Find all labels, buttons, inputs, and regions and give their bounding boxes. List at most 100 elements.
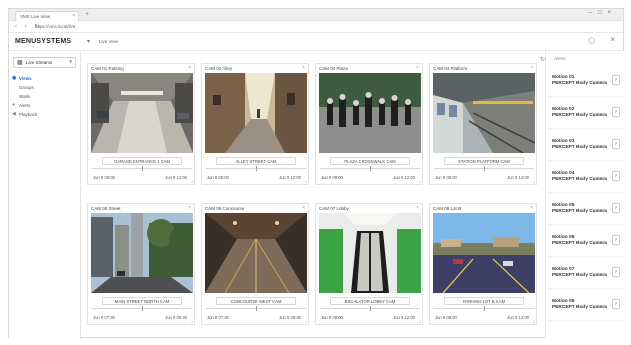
alert-item[interactable]: Motion 06 PERCEPT Body Camera › — [548, 225, 623, 257]
camera-name-field[interactable]: CONCOURSE WEST CAM — [216, 297, 296, 305]
camera-tile[interactable]: CAM 01 Parking × GARAGE ENTRANCE 1 CAM J… — [87, 63, 195, 185]
resize-handle-icon[interactable]: ⌟ — [533, 178, 535, 184]
alert-item[interactable]: Motion 03 PERCEPT Body Camera › — [548, 129, 623, 161]
camera-tile-title: CAM 08 Lot B — [433, 206, 462, 211]
alert-title: Motion 06 — [552, 235, 575, 240]
chevron-down-icon: ▾ — [69, 59, 72, 65]
app-header: MENUSYSTEMS ▾ Live View ◯ × — [9, 33, 623, 51]
camera-tile[interactable]: CAM 05 Street × MAIN STREET NORTH CAM Ju… — [87, 203, 195, 325]
timeline-scrubber[interactable] — [320, 306, 420, 311]
alert-item[interactable]: Motion 01 PERCEPT Body Camera › — [548, 65, 623, 97]
close-icon[interactable]: × — [416, 65, 419, 71]
close-icon[interactable]: × — [530, 65, 533, 71]
window-controls[interactable]: –□× — [589, 10, 617, 16]
camera-feed-city[interactable] — [91, 213, 193, 293]
user-icon[interactable]: ◯ — [588, 37, 595, 44]
camera-feed-lot[interactable] — [433, 213, 535, 293]
sidebar-item-groups[interactable]: Groups — [9, 83, 80, 92]
close-icon[interactable]: × — [610, 35, 615, 44]
timeline-scrubber[interactable] — [434, 166, 534, 171]
close-icon[interactable]: × — [188, 65, 191, 71]
camera-feed-crowd[interactable] — [319, 73, 421, 153]
bell-icon: ● — [12, 102, 16, 108]
tab-close-icon[interactable]: × — [72, 12, 75, 21]
camera-name-field[interactable]: ESCALATOR LOBBY CAM — [330, 297, 410, 305]
close-icon[interactable]: × — [416, 205, 419, 211]
browser-tab[interactable]: VMS Live View × — [15, 11, 79, 21]
camera-tile[interactable]: CAM 04 Platform × STATION PLATFORM CAM J… — [429, 63, 537, 185]
camera-name-field[interactable]: STATION PLATFORM CAM — [444, 157, 524, 165]
camera-tile[interactable]: CAM 08 Lot B × PARKING LOT B CAM Jun 9 0… — [429, 203, 537, 325]
resize-handle-icon[interactable]: ⌟ — [533, 318, 535, 324]
resize-handle-icon[interactable]: ⌟ — [305, 318, 307, 324]
url-field[interactable]: https://vms.local/live — [35, 23, 75, 31]
grid-icon: ▦ — [17, 60, 23, 66]
refresh-icon[interactable]: ↻ — [540, 56, 545, 63]
new-tab-button[interactable]: + — [85, 11, 89, 19]
chevron-right-icon[interactable]: › — [612, 203, 620, 213]
chevron-right-icon[interactable]: › — [612, 107, 620, 117]
alert-item[interactable]: Motion 02 PERCEPT Body Camera › — [548, 97, 623, 129]
timeline-end: Jun 9 12:00 — [507, 315, 529, 320]
alert-subtitle: PERCEPT Body Camera — [552, 81, 607, 86]
eye-icon: ◉ — [12, 75, 17, 81]
sidebar-item-label: Groups — [19, 85, 34, 90]
timeline-scrubber[interactable] — [92, 166, 192, 171]
camera-name-field[interactable]: MAIN STREET NORTH CAM — [102, 297, 182, 305]
camera-feed-station[interactable] — [433, 73, 535, 153]
chevron-right-icon[interactable]: › — [612, 139, 620, 149]
stream-selector[interactable]: ▦ Live Streams ▾ — [13, 57, 76, 68]
play-icon: ◀ — [12, 111, 16, 117]
resize-handle-icon[interactable]: ⌟ — [191, 318, 193, 324]
camera-tile[interactable]: CAM 02 Alley × ALLEY STREET CAM Jun 9 08… — [201, 63, 309, 185]
camera-name-field[interactable]: PARKING LOT B CAM — [444, 297, 524, 305]
sidebar-item-label: Walls — [19, 94, 30, 99]
timeline-scrubber[interactable] — [206, 306, 306, 311]
chevron-right-icon[interactable]: › — [612, 299, 620, 309]
camera-tile-title: CAM 02 Alley — [205, 66, 233, 71]
alert-item[interactable]: Motion 04 PERCEPT Body Camera › — [548, 161, 623, 193]
camera-name-field[interactable]: ALLEY STREET CAM — [216, 157, 296, 165]
sidebar-item-alerts[interactable]: ● Alerts — [9, 101, 80, 110]
sidebar-item-playback[interactable]: ◀ Playback — [9, 110, 80, 119]
camera-feed-alley[interactable] — [205, 73, 307, 153]
chevron-right-icon[interactable]: › — [612, 235, 620, 245]
chevron-down-icon[interactable]: ▾ — [87, 38, 90, 45]
camera-feed-escalator[interactable] — [319, 213, 421, 293]
resize-handle-icon[interactable]: ⌟ — [191, 178, 193, 184]
camera-tile-title: CAM 07 Lobby — [319, 206, 349, 211]
close-icon[interactable]: × — [188, 205, 191, 211]
timeline-scrubber[interactable] — [92, 306, 192, 311]
resize-handle-icon[interactable]: ⌟ — [305, 178, 307, 184]
camera-name-field[interactable]: GARAGE ENTRANCE 1 CAM — [102, 157, 182, 165]
alert-item[interactable]: Motion 08 PERCEPT Body Camera › — [548, 289, 623, 321]
camera-tile[interactable]: CAM 06 Concourse × CONCOURSE WEST CAM Ju… — [201, 203, 309, 325]
resize-handle-icon[interactable]: ⌟ — [419, 178, 421, 184]
tab-title: VMS Live View — [20, 14, 51, 19]
alert-title: Motion 07 — [552, 267, 575, 272]
chevron-right-icon[interactable]: › — [612, 267, 620, 277]
alert-subtitle: PERCEPT Body Camera — [552, 177, 607, 182]
camera-feed-hall[interactable] — [205, 213, 307, 293]
alert-title: Motion 05 — [552, 203, 575, 208]
camera-tile[interactable]: CAM 07 Lobby × ESCALATOR LOBBY CAM Jun 9… — [315, 203, 423, 325]
close-icon[interactable]: × — [302, 65, 305, 71]
camera-tile[interactable]: CAM 03 Plaza × PLAZA CROSSWALK CAM Jun 9… — [315, 63, 423, 185]
timeline-end: Jun 9 12:00 — [393, 315, 415, 320]
view-search-field[interactable]: Live View — [97, 37, 187, 47]
camera-name-field[interactable]: PLAZA CROSSWALK CAM — [330, 157, 410, 165]
camera-feed-garage[interactable] — [91, 73, 193, 153]
chevron-right-icon[interactable]: › — [612, 75, 620, 85]
timeline-scrubber[interactable] — [434, 306, 534, 311]
alert-item[interactable]: Motion 07 PERCEPT Body Camera › — [548, 257, 623, 289]
sidebar-item-walls[interactable]: Walls — [9, 92, 80, 101]
chevron-right-icon[interactable]: › — [612, 171, 620, 181]
alert-item[interactable]: Motion 05 PERCEPT Body Camera › — [548, 193, 623, 225]
sidebar-item-views[interactable]: ◉ Views — [9, 74, 80, 83]
timeline-end: Jun 9 12:00 — [393, 175, 415, 180]
close-icon[interactable]: × — [530, 205, 533, 211]
timeline-scrubber[interactable] — [206, 166, 306, 171]
timeline-scrubber[interactable] — [320, 166, 420, 171]
resize-handle-icon[interactable]: ⌟ — [419, 318, 421, 324]
close-icon[interactable]: × — [302, 205, 305, 211]
